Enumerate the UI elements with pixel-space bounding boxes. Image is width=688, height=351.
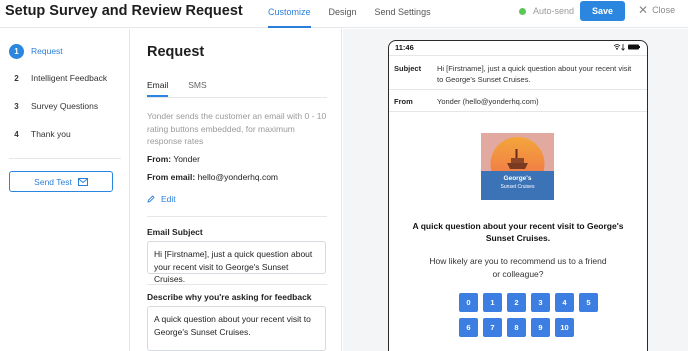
editor-title: Request: [147, 44, 205, 60]
rating-button-9[interactable]: 9: [531, 318, 550, 337]
tab-send-settings[interactable]: Send Settings: [375, 0, 431, 28]
autosend-status-dot: [519, 7, 526, 15]
channel-tabs: Email SMS: [147, 80, 227, 97]
save-button[interactable]: Save: [580, 1, 625, 21]
subject-key: Subject: [394, 64, 422, 73]
close-icon: ✕: [638, 3, 649, 17]
rating-button-1[interactable]: 1: [483, 293, 502, 312]
email-question: How likely are you to recommend us to a …: [429, 256, 607, 279]
close-button[interactable]: ✕ Close: [638, 3, 676, 17]
email-heading: A quick question about your recent visit…: [412, 221, 624, 243]
send-test-label: Send Test: [34, 176, 72, 187]
rating-button-6[interactable]: 6: [459, 318, 478, 337]
step-request[interactable]: 1 Request: [9, 43, 63, 59]
section-divider: [147, 284, 327, 285]
section-divider: [147, 216, 327, 217]
rating-button-10[interactable]: 10: [555, 318, 574, 337]
autosend-label: Auto-send: [533, 6, 575, 16]
from-value: Yonder (hello@yonderhq.com): [437, 97, 539, 106]
from-label: From:: [147, 154, 172, 164]
from-key: From: [394, 97, 413, 106]
page-title: Setup Survey and Review Request: [5, 3, 243, 19]
rating-button-5[interactable]: 5: [579, 293, 598, 312]
top-header: Setup Survey and Review Request Customiz…: [0, 0, 688, 28]
close-label: Close: [652, 5, 676, 15]
status-icons: [613, 44, 640, 51]
from-info: From: Yonder: [147, 154, 200, 164]
phone-status-bar: 11:46: [389, 41, 647, 55]
tabs-divider: [147, 97, 327, 98]
steps-sidebar: 1 Request 2 Intelligent Feedback 3 Surve…: [0, 29, 130, 351]
subject-value: Hi [Firstname], just a quick question ab…: [437, 64, 632, 84]
feedback-reason-input[interactable]: A quick question about your recent visit…: [147, 306, 326, 351]
step-survey-questions[interactable]: 3 Survey Questions: [9, 98, 98, 114]
pencil-icon: [147, 195, 155, 203]
request-description: Yonder sends the customer an email with …: [147, 111, 327, 146]
tab-customize[interactable]: Customize: [268, 0, 311, 28]
tab-email[interactable]: Email: [147, 80, 169, 97]
preview-from-row: From Yonder (hello@yonderhq.com): [389, 89, 647, 111]
step-label: Intelligent Feedback: [31, 73, 108, 83]
status-time: 11:46: [395, 43, 414, 52]
step-number: 3: [14, 101, 19, 111]
step-thank-you[interactable]: 4 Thank you: [9, 126, 71, 142]
tab-sms[interactable]: SMS: [188, 80, 206, 97]
from-value: Yonder: [173, 154, 200, 164]
request-editor-panel: Request Email SMS Yonder sends the custo…: [131, 29, 342, 351]
row-divider: [389, 111, 647, 112]
rating-button-4[interactable]: 4: [555, 293, 574, 312]
step-intelligent-feedback[interactable]: 2 Intelligent Feedback: [9, 70, 107, 86]
rating-button-3[interactable]: 3: [531, 293, 550, 312]
company-logo: George's Sunset Cruises: [481, 133, 554, 200]
send-test-button[interactable]: Send Test: [9, 171, 113, 192]
step-number: 1: [9, 43, 24, 59]
phone-preview: 11:46 Subject Hi [Firstname], just a qui…: [388, 40, 648, 351]
step-label: Thank you: [31, 129, 71, 139]
step-number: 4: [14, 129, 19, 139]
email-subject-input[interactable]: Hi [Firstname], just a quick question ab…: [147, 241, 326, 284]
rating-button-0[interactable]: 0: [459, 293, 478, 312]
logo-text: George's: [504, 175, 532, 182]
sidebar-divider: [9, 158, 121, 159]
from-email-label: From email:: [147, 172, 196, 182]
rating-button-2[interactable]: 2: [507, 293, 526, 312]
envelope-icon: [77, 177, 88, 186]
preview-subject-row: Subject Hi [Firstname], just a quick que…: [389, 55, 647, 89]
step-label: Request: [31, 46, 63, 56]
feedback-reason-label: Describe why you're asking for feedback: [147, 292, 312, 302]
logo-text: Sunset Cruises: [501, 184, 535, 190]
tab-design[interactable]: Design: [329, 0, 357, 28]
step-number: 2: [14, 73, 19, 83]
email-subject-label: Email Subject: [147, 227, 203, 237]
edit-label: Edit: [161, 194, 176, 204]
autosend-toggle[interactable]: Auto-send: [519, 6, 574, 16]
main-tabs: Customize Design Send Settings: [268, 0, 449, 28]
rating-button-8[interactable]: 8: [507, 318, 526, 337]
step-label: Survey Questions: [31, 101, 99, 111]
from-email-value: hello@yonderhq.com: [197, 172, 279, 182]
from-email-info: From email: hello@yonderhq.com: [147, 172, 278, 182]
rating-button-7[interactable]: 7: [483, 318, 502, 337]
edit-sender-link[interactable]: Edit: [147, 194, 176, 204]
